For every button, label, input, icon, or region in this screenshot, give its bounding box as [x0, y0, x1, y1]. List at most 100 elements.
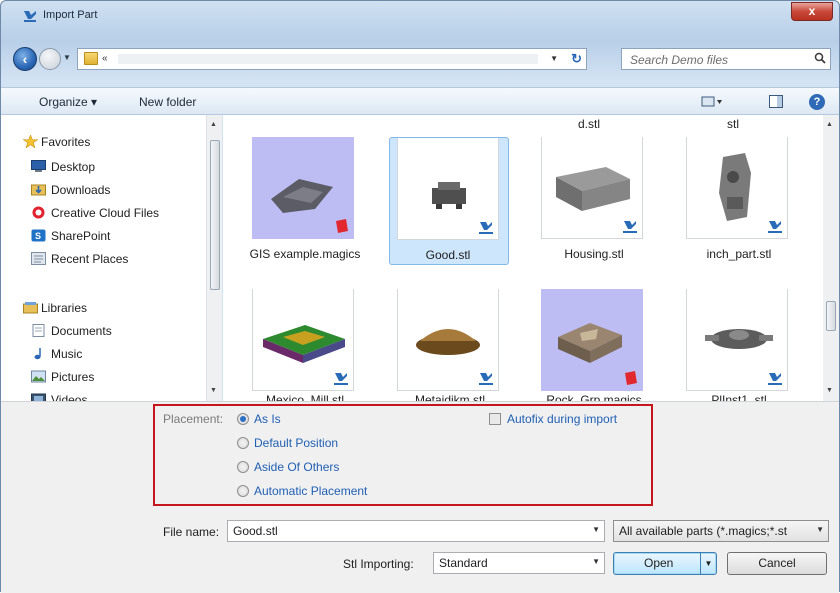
file-type-filter[interactable]: All available parts (*.magics;*.st ▼: [613, 520, 829, 542]
file-tile[interactable]: Rock_Grp.magics: [536, 287, 656, 401]
file-list-scrollbar[interactable]: ▲ ▼: [823, 115, 839, 401]
file-thumbnail: [252, 289, 354, 391]
search-icon[interactable]: [814, 52, 826, 64]
file-thumbnail: [541, 289, 643, 391]
scroll-up-icon[interactable]: ▲: [826, 121, 833, 128]
file-name: Metaidjkm.stl: [414, 393, 485, 401]
file-name: Mexico_Mill.stl: [265, 393, 344, 401]
file-label-partial: d.stl: [577, 117, 600, 131]
file-thumbnail: [397, 289, 499, 391]
app-logo-icon: [24, 11, 36, 22]
history-dropdown-icon[interactable]: ▼: [63, 53, 71, 62]
nav-item-sharepoint[interactable]: SharePoint: [51, 229, 110, 243]
stl-importing-label: Stl Importing:: [343, 557, 414, 571]
open-button-label: Open: [644, 556, 674, 570]
view-options-icon[interactable]: [701, 95, 723, 109]
search-box[interactable]: Search Demo files: [621, 48, 831, 70]
file-name-input[interactable]: Good.stl: [233, 524, 278, 538]
radio-aside-of-others[interactable]: [237, 461, 249, 473]
chevron-down-icon[interactable]: ▼: [816, 525, 824, 534]
creative-cloud-icon: [32, 206, 45, 219]
placement-option-default-position[interactable]: Default Position: [254, 436, 338, 450]
nav-item-downloads[interactable]: Downloads: [51, 183, 110, 197]
documents-icon: [32, 324, 45, 337]
file-name-label: File name:: [163, 525, 220, 539]
desktop-icon: [31, 160, 46, 172]
downloads-icon: [31, 184, 46, 196]
forward-button[interactable]: [39, 48, 61, 70]
nav-item-videos[interactable]: Videos: [51, 393, 87, 401]
file-tile-gis[interactable]: GIS example.magics: [247, 137, 367, 287]
file-thumbnail: [686, 289, 788, 391]
open-button[interactable]: Open ▼: [613, 552, 717, 575]
organize-menu[interactable]: Organize ▾: [39, 95, 97, 109]
file-tile[interactable]: PlInst1_stl: [681, 287, 801, 401]
back-button[interactable]: ‹: [13, 47, 37, 71]
file-thumbnail: [686, 137, 788, 239]
scrollbar-thumb[interactable]: [826, 301, 836, 331]
radio-automatic-placement[interactable]: [237, 485, 249, 497]
sharepoint-icon: S: [31, 229, 46, 242]
scrollbar-thumb[interactable]: [210, 140, 220, 290]
stl-importing-select[interactable]: Standard ▼: [433, 552, 605, 574]
scroll-down-icon[interactable]: ▼: [210, 387, 217, 394]
magics-file-icon: [336, 219, 348, 233]
help-icon[interactable]: ?: [809, 94, 825, 110]
stl-file-icon: [768, 373, 782, 385]
new-folder-button[interactable]: New folder: [139, 95, 196, 109]
placement-option-as-is[interactable]: As Is: [254, 412, 281, 426]
stl-file-icon: [623, 221, 637, 233]
refresh-icon[interactable]: ↻: [571, 51, 582, 67]
cancel-button[interactable]: Cancel: [727, 552, 827, 575]
videos-icon: [31, 393, 46, 401]
file-tile-housing[interactable]: Housing.stl: [536, 137, 656, 265]
chevron-left-icon[interactable]: «: [102, 53, 108, 64]
stl-importing-value: Standard: [439, 556, 488, 570]
address-dropdown-icon[interactable]: ▼: [550, 54, 558, 63]
chevron-down-icon[interactable]: ▼: [592, 525, 600, 534]
file-tile[interactable]: Metaidjkm.stl: [392, 287, 512, 401]
nav-favorites[interactable]: Favorites: [41, 135, 90, 149]
file-tile-good[interactable]: ✓ Good.stl: [389, 137, 509, 265]
nav-item-recent-places[interactable]: Recent Places: [51, 252, 128, 266]
navigation-pane: Favorites Desktop Downloads Creative Clo…: [1, 115, 221, 401]
radio-default-position[interactable]: [237, 437, 249, 449]
nav-item-creative-cloud[interactable]: Creative Cloud Files: [51, 206, 159, 220]
navigation-scrollbar[interactable]: ▲ ▼: [206, 115, 222, 401]
file-thumbnail: [252, 137, 354, 239]
file-type-value: All available parts (*.magics;*.st: [619, 524, 788, 538]
placement-option-aside-of-others[interactable]: Aside Of Others: [254, 460, 339, 474]
address-bar[interactable]: « ▼ ↻: [77, 48, 587, 70]
search-input[interactable]: Search Demo files: [630, 53, 728, 67]
autofix-label[interactable]: Autofix during import: [507, 412, 617, 426]
nav-item-desktop[interactable]: Desktop: [51, 160, 95, 174]
nav-item-music[interactable]: Music: [51, 347, 82, 361]
preview-pane-icon[interactable]: [769, 95, 783, 108]
nav-item-pictures[interactable]: Pictures: [51, 370, 94, 384]
radio-as-is[interactable]: [237, 413, 249, 425]
nav-item-documents[interactable]: Documents: [51, 324, 112, 338]
scroll-down-icon[interactable]: ▼: [826, 387, 833, 394]
open-split-arrow-icon[interactable]: ▼: [700, 553, 716, 574]
scroll-up-icon[interactable]: ▲: [210, 121, 217, 128]
file-name-combobox[interactable]: Good.stl ▼: [227, 520, 605, 542]
title-bar: Import Part x: [1, 1, 839, 31]
stl-file-icon: [479, 222, 493, 234]
folder-icon: [84, 52, 98, 65]
file-tile-inch-part[interactable]: inch_part.stl: [681, 137, 801, 265]
autofix-checkbox[interactable]: [489, 413, 501, 425]
nav-libraries[interactable]: Libraries: [41, 301, 87, 315]
libraries-icon: [23, 302, 38, 314]
magics-file-icon: [625, 371, 637, 385]
star-icon: [23, 135, 38, 148]
svg-text:S: S: [35, 231, 41, 241]
placement-option-automatic-placement[interactable]: Automatic Placement: [254, 484, 367, 498]
chevron-down-icon[interactable]: ▼: [592, 557, 600, 566]
file-name: PlInst1_stl: [711, 393, 767, 401]
file-name: Housing.stl: [564, 247, 624, 261]
file-tile[interactable]: Mexico_Mill.stl: [247, 287, 367, 401]
stl-file-icon: [768, 221, 782, 233]
file-name: Rock_Grp.magics: [546, 393, 642, 401]
close-button[interactable]: x: [791, 2, 833, 21]
recent-places-icon: [31, 252, 46, 265]
